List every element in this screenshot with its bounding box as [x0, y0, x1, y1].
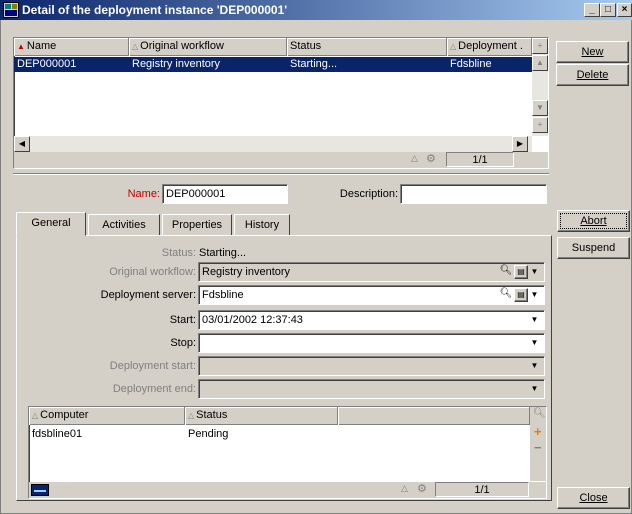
scroll-left-arrow-icon[interactable]: ◀ [14, 136, 30, 152]
filter-icon[interactable]: ⚙ [426, 152, 436, 165]
cell-original-workflow: Registry inventory [132, 58, 221, 70]
deployment-end-label: Deployment end: [112, 383, 196, 395]
splitter[interactable] [13, 173, 549, 175]
details-icon[interactable]: ▤ [514, 265, 528, 279]
list-header: ▲ Name △ Original workflow Status △ Deploym… [14, 38, 532, 56]
column-header-name[interactable]: ▲ Name [14, 38, 129, 56]
list-vertical-scrollbar[interactable]: + ▲ ▼ + [532, 38, 548, 136]
table-row[interactable]: fdsbline01 Pending [29, 427, 530, 442]
scroll-down-arrow-icon[interactable]: ▼ [532, 100, 548, 116]
scroll-plus-icon[interactable]: + [532, 38, 548, 54]
computer-record-counter: 1/1 [435, 482, 529, 497]
minus-icon[interactable]: − [534, 441, 542, 454]
original-workflow-field[interactable]: Registry inventory 🔍︎ ▤ ▼ [198, 262, 545, 282]
status-value: Starting... [199, 247, 247, 259]
tab-general[interactable]: General [16, 212, 86, 236]
close-button[interactable]: Close [557, 487, 630, 509]
cell-name: DEP000001 [17, 58, 77, 70]
cell-status: Starting... [290, 58, 338, 70]
deployment-server-field[interactable]: Fdsbline 🔍︎ ▤ ▼ [198, 285, 545, 305]
instance-list[interactable]: ▲ Name △ Original workflow Status △ Deploym… [13, 37, 549, 169]
chevron-down-icon[interactable]: ▼ [530, 264, 539, 280]
list-status-strip: △ ⚙ 1/1 [14, 152, 548, 168]
computer-list-side-toolbar: 🔍︎ + − [530, 407, 546, 481]
chevron-down-icon[interactable]: ▼ [530, 287, 539, 303]
chevron-down-icon[interactable]: ▼ [530, 381, 539, 397]
column-header-status[interactable]: Status [287, 38, 447, 56]
minimize-button[interactable]: _ [584, 3, 600, 17]
computer-list-status-strip: △ ⚙ 1/1 [29, 482, 546, 498]
sort-icon: △ [401, 483, 408, 493]
description-input[interactable] [400, 184, 547, 204]
stop-label: Stop: [170, 337, 196, 349]
deployment-start-label: Deployment start: [109, 360, 196, 372]
suspend-button[interactable]: Suspend [557, 237, 630, 259]
deployment-server-label: Deployment server: [100, 289, 196, 301]
delete-button[interactable]: Delete [556, 64, 629, 86]
sort-icon: △ [411, 153, 418, 163]
details-icon[interactable]: ▤ [514, 288, 528, 302]
scroll-up-arrow-icon[interactable]: ▲ [532, 55, 548, 71]
scroll-right-arrow-icon[interactable]: ▶ [512, 136, 528, 152]
column-header-computer[interactable]: △ Computer [29, 407, 185, 425]
magnifier-icon[interactable]: 🔍︎ [499, 265, 513, 279]
name-label: Name: [127, 188, 160, 200]
abort-button[interactable]: Abort [557, 210, 630, 232]
original-workflow-label: Original workflow: [109, 266, 196, 278]
list-record-counter: 1/1 [446, 152, 514, 167]
new-button[interactable]: New [556, 41, 629, 63]
table-icon[interactable] [31, 484, 49, 496]
window-title: Detail of the deployment instance 'DEP00… [22, 3, 288, 17]
close-window-button[interactable]: × [617, 3, 632, 17]
filter-icon[interactable]: ⚙ [417, 482, 427, 495]
chevron-down-icon[interactable]: ▼ [530, 335, 539, 351]
name-input[interactable]: DEP000001 [162, 184, 288, 204]
magnifier-icon[interactable]: 🔍︎ [533, 408, 546, 419]
app-window-icon [3, 2, 19, 18]
column-header-status[interactable]: △ Status [185, 407, 338, 425]
computer-list[interactable]: △ Computer △ Status fdsbline01 Pending 🔍︎ … [28, 406, 547, 499]
chevron-down-icon[interactable]: ▼ [530, 358, 539, 374]
tab-history[interactable]: History [234, 214, 290, 236]
status-label: Status: [161, 247, 196, 259]
tab-activities[interactable]: Activities [88, 214, 160, 236]
cell-status: Pending [188, 428, 229, 440]
column-header-original-workflow[interactable]: △ Original workflow [129, 38, 287, 56]
title-bar[interactable]: Detail of the deployment instance 'DEP00… [0, 0, 632, 20]
description-label: Description: [339, 188, 398, 200]
column-header-deployment[interactable]: △ Deployment . [447, 38, 532, 56]
restore-button[interactable]: □ [600, 3, 616, 17]
start-label: Start: [169, 314, 196, 326]
chevron-down-icon[interactable]: ▼ [530, 312, 539, 328]
scroll-minus-icon[interactable]: + [532, 117, 548, 133]
stop-field[interactable]: ▼ [198, 333, 545, 353]
deployment-start-field[interactable]: ▼ [198, 356, 545, 376]
cell-computer: fdsbline01 [32, 428, 83, 440]
cell-deployment: Fdsbline [450, 58, 492, 70]
table-row[interactable]: DEP000001 Registry inventory Starting...… [14, 57, 532, 72]
column-header-empty [338, 407, 530, 425]
start-field[interactable]: 03/01/2002 12:37:43 ▼ [198, 310, 545, 330]
list-horizontal-scrollbar[interactable]: ◀ ▶ [14, 136, 532, 152]
computer-list-header: △ Computer △ Status [29, 407, 530, 425]
tab-properties[interactable]: Properties [162, 214, 232, 236]
deployment-end-field[interactable]: ▼ [198, 379, 545, 399]
plus-icon[interactable]: + [534, 425, 542, 438]
magnifier-icon[interactable]: 🔍︎ [499, 288, 513, 302]
